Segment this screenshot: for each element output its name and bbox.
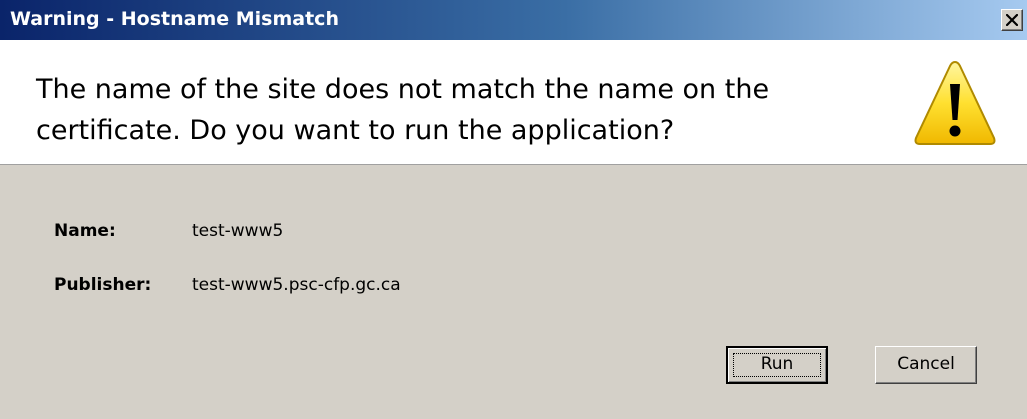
window-title: Warning - Hostname Mismatch <box>10 8 339 30</box>
cancel-button-label: Cancel <box>897 354 955 374</box>
publisher-row: Publisher: test-www5.psc-cfp.gc.ca <box>54 275 401 295</box>
warning-message-line-1: The name of the site does not match the … <box>36 74 770 105</box>
run-button-label: Run <box>760 354 794 374</box>
publisher-value: test-www5.psc-cfp.gc.ca <box>192 275 401 295</box>
name-label: Name: <box>54 221 116 241</box>
dialog-window: Warning - Hostname Mismatch The name of … <box>0 0 1027 419</box>
warning-message: The name of the site does not match the … <box>36 69 856 151</box>
message-panel: The name of the site does not match the … <box>0 40 1027 165</box>
close-icon <box>1006 14 1018 26</box>
warning-message-line-2: certificate. Do you want to run the appl… <box>36 115 675 146</box>
run-button[interactable]: Run <box>726 346 828 384</box>
cancel-button[interactable]: Cancel <box>875 346 977 384</box>
name-value: test-www5 <box>192 221 284 241</box>
name-row: Name: test-www5 <box>54 221 283 241</box>
publisher-label: Publisher: <box>54 275 152 295</box>
warning-triangle-icon <box>914 60 996 145</box>
title-bar[interactable]: Warning - Hostname Mismatch <box>0 0 1027 40</box>
close-button[interactable] <box>1001 9 1023 31</box>
